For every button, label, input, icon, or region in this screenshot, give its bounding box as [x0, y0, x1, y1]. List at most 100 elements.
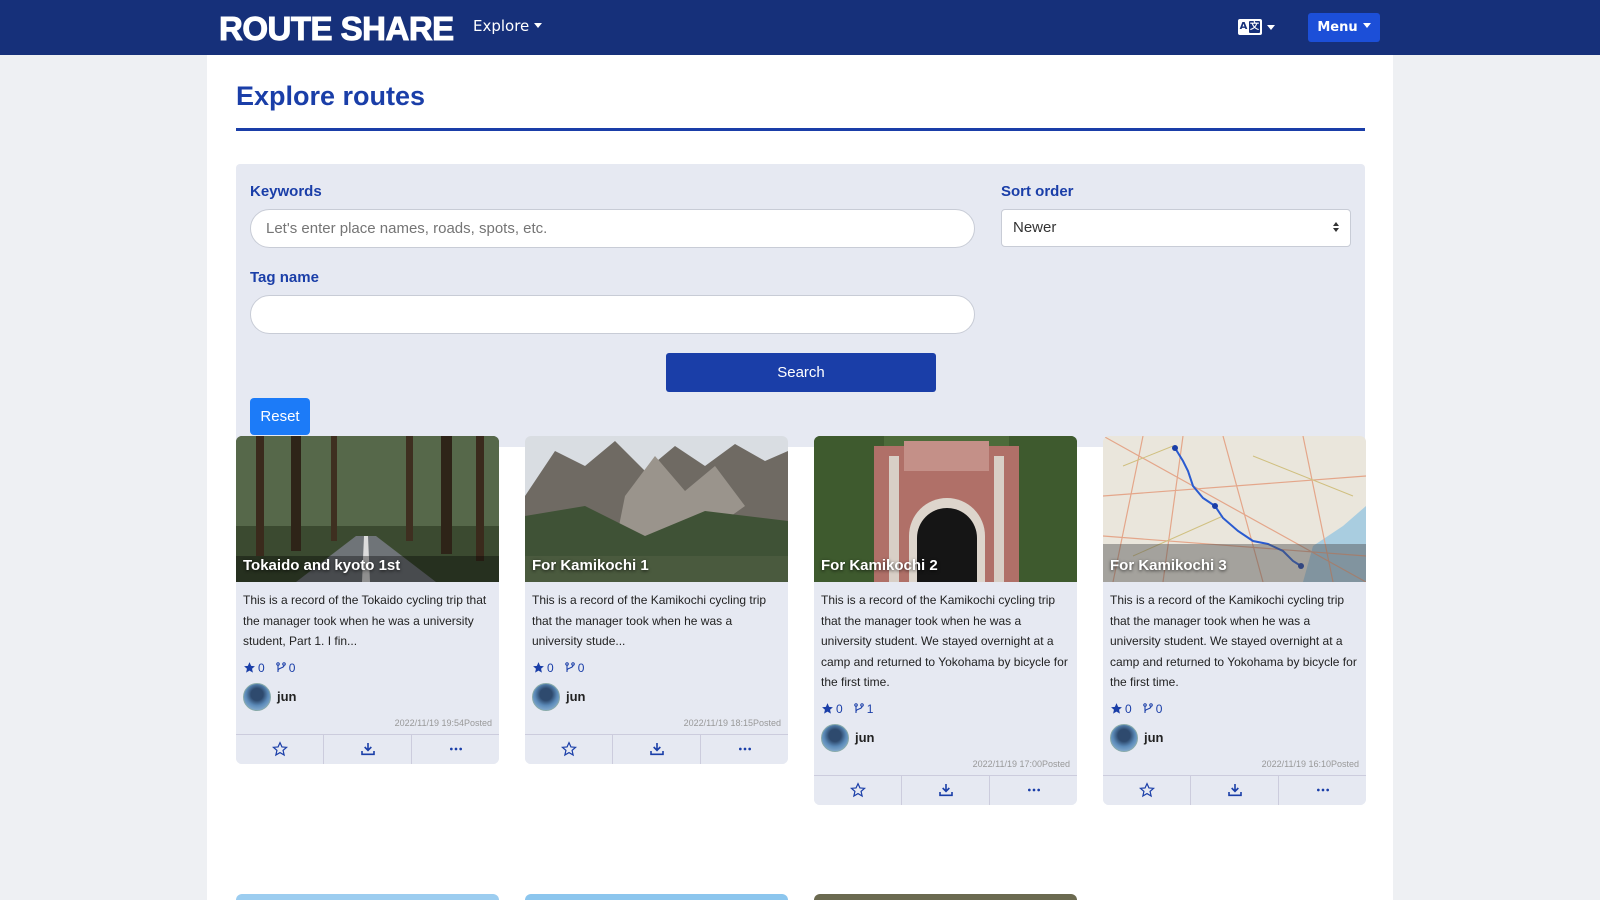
favorite-button[interactable] [1103, 775, 1191, 805]
author[interactable]: jun [1103, 719, 1366, 753]
author-name[interactable]: jun [855, 730, 875, 745]
lang-a: A [1239, 21, 1248, 32]
tag-name-label: Tag name [250, 269, 319, 286]
route-stats: 0 0 [1103, 693, 1366, 719]
route-photo[interactable]: For Kamikochi 1 [525, 436, 788, 582]
avatar[interactable] [821, 723, 849, 752]
route-card[interactable]: For Kamikochi 3 This is a record of the … [1103, 436, 1366, 805]
favorite-button[interactable] [236, 734, 324, 764]
fork-count: 0 [288, 660, 296, 675]
star-icon [822, 703, 833, 714]
route-title: For Kamikochi 3 [1110, 557, 1227, 574]
star-count: 0 [1125, 701, 1132, 716]
lang-b: 文 [1249, 21, 1260, 33]
star-outline-icon [560, 741, 577, 757]
tag-name-input[interactable] [250, 295, 975, 334]
author[interactable]: jun [814, 719, 1077, 753]
ellipsis-icon [449, 747, 462, 751]
download-icon [360, 743, 375, 756]
card-actions [236, 733, 499, 764]
route-stats: 0 1 [814, 693, 1077, 719]
keywords-input[interactable] [250, 209, 975, 248]
sort-order-value: Newer [1013, 219, 1057, 236]
language-dropdown[interactable]: A 文 [1238, 19, 1275, 35]
avatar[interactable] [532, 682, 560, 711]
more-button[interactable] [701, 735, 788, 764]
route-map[interactable]: For Kamikochi 3 [1103, 436, 1366, 582]
favorite-button[interactable] [814, 775, 902, 805]
route-card[interactable]: For Kamikochi 1 This is a record of the … [525, 436, 788, 764]
download-icon [938, 784, 953, 797]
card-actions [525, 733, 788, 764]
page-title: Explore routes [236, 81, 426, 111]
ellipsis-icon [738, 747, 751, 751]
author-name[interactable]: jun [1144, 730, 1164, 745]
route-description: This is a record of the Kamikochi cyclin… [821, 593, 1068, 689]
route-title: Tokaido and kyoto 1st [243, 557, 401, 574]
sort-order-select[interactable]: Newer [1001, 209, 1351, 247]
navbar: ROUTE SHARE Explore A 文 Menu [0, 0, 1600, 55]
fork-icon [275, 662, 286, 672]
download-button[interactable] [324, 734, 412, 764]
explore-dropdown[interactable]: Explore [473, 17, 543, 35]
author-name[interactable]: jun [566, 689, 586, 704]
route-card-partial[interactable] [814, 894, 1077, 900]
route-description: This is a record of the Kamikochi cyclin… [532, 593, 767, 648]
reset-button[interactable]: Reset [250, 398, 310, 435]
download-button[interactable] [902, 775, 990, 805]
download-button[interactable] [1191, 775, 1279, 805]
route-stats: 0 0 [525, 652, 788, 678]
ellipsis-icon [1027, 788, 1040, 792]
chevron-down-icon [1362, 23, 1371, 28]
card-actions [814, 774, 1077, 805]
more-button[interactable] [1279, 776, 1366, 805]
star-icon [1111, 703, 1122, 714]
author-name[interactable]: jun [277, 689, 297, 704]
fork-icon [564, 662, 575, 672]
star-count: 0 [836, 701, 843, 716]
chevron-down-icon [1267, 24, 1275, 30]
avatar[interactable] [1110, 723, 1138, 752]
fork-icon [1142, 703, 1153, 713]
route-stats: 0 0 [236, 652, 499, 678]
fork-count: 0 [577, 660, 585, 675]
route-photo[interactable]: Tokaido and kyoto 1st [236, 436, 499, 582]
sort-order-label: Sort order [1001, 183, 1074, 200]
select-arrows-icon [1332, 222, 1340, 234]
route-description: This is a record of the Tokaido cycling … [243, 593, 487, 648]
route-card-partial[interactable] [525, 894, 788, 900]
route-card-partial[interactable] [236, 894, 499, 900]
posted-time: 2022/11/19 17:00Posted [972, 758, 1070, 769]
keywords-label: Keywords [250, 183, 322, 200]
ellipsis-icon [1316, 788, 1329, 792]
star-outline-icon [1138, 782, 1155, 798]
author[interactable]: jun [525, 678, 788, 712]
star-icon [244, 662, 255, 673]
route-photo[interactable]: For Kamikochi 2 [814, 436, 1077, 582]
brand-logo[interactable]: ROUTE SHARE [219, 10, 455, 48]
more-button[interactable] [412, 735, 499, 764]
favorite-button[interactable] [525, 734, 613, 764]
posted-time: 2022/11/19 19:54Posted [394, 717, 492, 728]
explore-label: Explore [473, 17, 530, 35]
author[interactable]: jun [236, 678, 499, 712]
star-outline-icon [271, 741, 288, 757]
download-icon [649, 743, 664, 756]
menu-button[interactable]: Menu [1308, 13, 1380, 42]
star-outline-icon [849, 782, 866, 798]
fork-count: 0 [1155, 701, 1163, 716]
star-count: 0 [258, 660, 265, 675]
chevron-down-icon [534, 23, 543, 28]
more-button[interactable] [990, 776, 1077, 805]
route-card[interactable]: For Kamikochi 2 This is a record of the … [814, 436, 1077, 805]
avatar[interactable] [243, 682, 271, 711]
fork-count: 1 [866, 701, 874, 716]
route-card[interactable]: Tokaido and kyoto 1st This is a record o… [236, 436, 499, 764]
download-button[interactable] [613, 734, 701, 764]
route-title: For Kamikochi 2 [821, 557, 938, 574]
search-button[interactable]: Search [666, 353, 936, 392]
star-icon [533, 662, 544, 673]
posted-time: 2022/11/19 16:10Posted [1261, 758, 1359, 769]
star-count: 0 [547, 660, 554, 675]
card-actions [1103, 774, 1366, 805]
